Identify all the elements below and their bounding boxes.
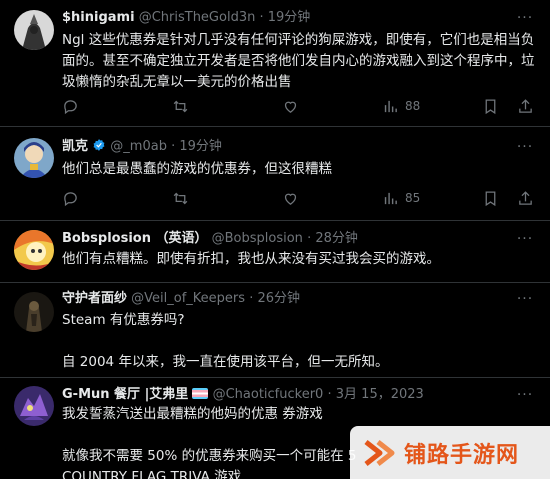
tweet[interactable]: $hinigami @ChrisTheGold3n · 19分钟 ··· Ngl… xyxy=(0,0,550,127)
bookmark-icon xyxy=(485,190,496,206)
author-name[interactable]: 凯克 xyxy=(62,139,88,154)
separator: · xyxy=(171,139,176,154)
avatar[interactable] xyxy=(14,230,54,270)
more-icon[interactable]: ··· xyxy=(514,137,536,157)
timestamp[interactable]: 3月 15，2023 xyxy=(336,387,424,402)
share-button[interactable] xyxy=(517,188,534,208)
views-icon xyxy=(384,100,397,112)
author-name[interactable]: Bobsplosion （英语） xyxy=(62,231,207,246)
views-count: 85 xyxy=(405,191,421,205)
tweet-actions: 85 xyxy=(62,188,536,208)
more-icon[interactable]: ··· xyxy=(514,385,536,405)
separator: · xyxy=(259,10,264,25)
tweet[interactable]: 守护者面纱 @Veil_of_Keepers · 26分钟 ··· Steam … xyxy=(0,283,550,378)
author-name[interactable]: $hinigami xyxy=(62,10,135,25)
reply-icon xyxy=(64,99,77,114)
reply-button[interactable] xyxy=(62,96,79,116)
timestamp[interactable]: 28分钟 xyxy=(315,231,358,246)
retweet-button[interactable] xyxy=(172,96,189,116)
more-icon[interactable]: ··· xyxy=(514,289,536,309)
reply-icon xyxy=(64,191,77,206)
watermark-text: 铺路手游网 xyxy=(404,442,520,468)
timestamp[interactable]: 19分钟 xyxy=(268,10,311,25)
views-button[interactable]: 88 xyxy=(382,96,420,116)
avatar[interactable] xyxy=(14,10,54,50)
like-icon xyxy=(284,101,297,113)
avatar[interactable] xyxy=(14,138,54,178)
like-button[interactable] xyxy=(282,96,299,116)
views-count: 88 xyxy=(405,99,421,113)
tweet-text: 他们有点糟糕。即使有折扣，我也从来没有买过我会买的游戏。 xyxy=(62,251,440,267)
tweet[interactable]: Bobsplosion （英语） @Bobsplosion · 28分钟 ···… xyxy=(0,221,550,283)
reply-button[interactable] xyxy=(62,188,79,208)
avatar[interactable] xyxy=(14,292,54,332)
like-icon xyxy=(284,193,297,205)
retweet-icon xyxy=(173,100,188,112)
bookmark-button[interactable] xyxy=(482,188,499,208)
share-icon xyxy=(519,190,532,205)
timestamp[interactable]: 19分钟 xyxy=(179,139,222,154)
trans-flag-icon xyxy=(192,388,209,399)
timestamp[interactable]: 26分钟 xyxy=(257,291,300,306)
separator: · xyxy=(307,231,312,246)
author-name[interactable]: 守护者面纱 xyxy=(62,291,127,306)
avatar[interactable] xyxy=(14,386,54,426)
bookmark-icon xyxy=(485,98,496,114)
author-handle[interactable]: @ChrisTheGold3n xyxy=(139,10,256,25)
share-button[interactable] xyxy=(517,96,534,116)
views-icon xyxy=(384,192,397,204)
more-icon[interactable]: ··· xyxy=(514,229,536,249)
watermark-logo-icon xyxy=(364,439,395,466)
separator: · xyxy=(249,291,254,306)
like-button[interactable] xyxy=(282,188,299,208)
watermark: 铺路手游网 xyxy=(350,426,550,479)
separator: · xyxy=(327,387,332,402)
tweet-text: Ngl 这些优惠券是针对几乎没有任何评论的狗屎游戏，即使有，它们也是相当负面的。… xyxy=(62,32,535,90)
tweet-actions: 88 xyxy=(62,96,536,116)
author-handle[interactable]: @Chaoticfucker0 xyxy=(213,387,324,402)
author-name[interactable]: G-Mun 餐厅 |艾弗里 xyxy=(62,387,188,402)
author-handle[interactable]: @_m0ab xyxy=(110,139,167,154)
tweet[interactable]: 凯克 @_m0ab · 19分钟 ··· 他们总是最愚蠢的游戏的优惠券，但这很糟… xyxy=(0,127,550,221)
bookmark-button[interactable] xyxy=(482,96,499,116)
tweet-text: Steam 有优惠券吗? 自 2004 年以来，我一直在使用该平台，但一无所知。 xyxy=(62,312,389,370)
tweet-text: 他们总是最愚蠢的游戏的优惠券，但这很糟糕 xyxy=(62,161,332,177)
author-handle[interactable]: @Bobsplosion xyxy=(212,231,303,246)
retweet-button[interactable] xyxy=(172,188,189,208)
more-icon[interactable]: ··· xyxy=(514,8,536,28)
views-button[interactable]: 85 xyxy=(382,188,420,208)
verified-icon xyxy=(93,139,105,151)
retweet-icon xyxy=(173,192,188,204)
share-icon xyxy=(519,98,532,113)
author-handle[interactable]: @Veil_of_Keepers xyxy=(131,291,245,306)
